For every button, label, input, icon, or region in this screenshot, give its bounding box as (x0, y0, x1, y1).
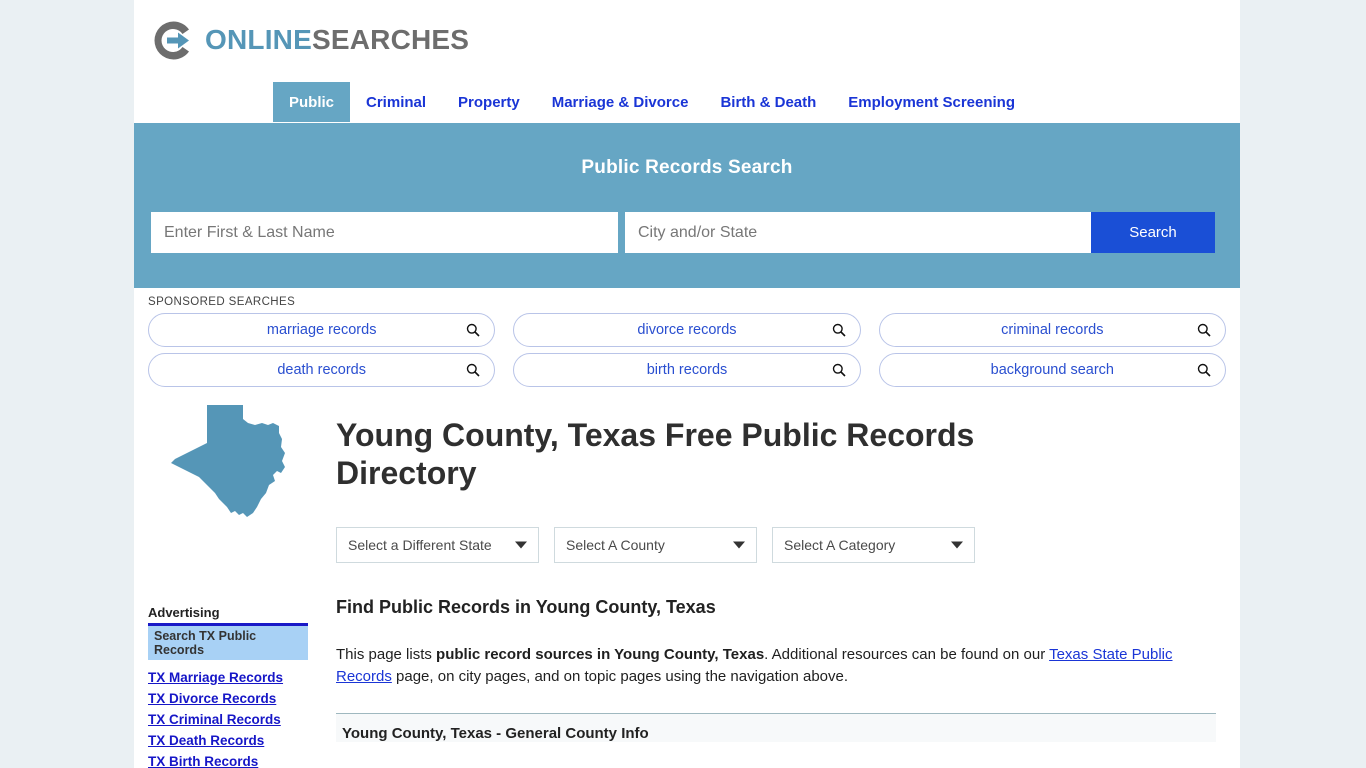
select-category-value: Select A Category (784, 536, 896, 553)
sponsored-pill-label: background search (990, 362, 1114, 378)
search-icon (832, 363, 846, 377)
search-icon (832, 323, 846, 337)
public-records-search-panel: Public Records Search Search (134, 123, 1240, 288)
sponsored-searches-section: SPONSORED SEARCHES marriage records divo… (134, 288, 1240, 387)
texas-state-shape-icon (169, 403, 293, 528)
main-column: Young County, Texas Free Public Records … (323, 401, 1226, 768)
sponsored-pill-grid: marriage records divorce records crimina… (148, 313, 1226, 387)
sponsored-pill-label: birth records (646, 362, 728, 378)
ad-link-tx-divorce-records[interactable]: TX Divorce Records (148, 691, 313, 706)
sponsored-pill-birth-records[interactable]: birth records (513, 353, 861, 387)
sponsored-pill-label: divorce records (637, 322, 737, 338)
page-root: ONLINESEARCHES Public Criminal Property … (0, 0, 1366, 768)
chevron-down-icon (733, 541, 745, 548)
sponsored-pill-death-records[interactable]: death records (148, 353, 496, 387)
search-form: Search (151, 212, 1215, 253)
ad-link-tx-birth-records[interactable]: TX Birth Records (148, 754, 313, 768)
nav-item-marriage-divorce[interactable]: Marriage & Divorce (536, 82, 705, 122)
advertising-box: Advertising Search TX Public Records TX … (148, 605, 313, 768)
sponsored-pill-criminal-records[interactable]: criminal records (878, 313, 1226, 347)
advertising-label: Advertising (148, 605, 220, 620)
sponsored-pill-marriage-records[interactable]: marriage records (148, 313, 496, 347)
page-title: Young County, Texas Free Public Records … (336, 417, 975, 491)
site-logo[interactable]: ONLINESEARCHES (151, 17, 469, 63)
general-county-info-heading: Young County, Texas - General County Inf… (336, 713, 1216, 742)
nav-item-birth-death[interactable]: Birth & Death (704, 82, 832, 122)
search-icon (466, 323, 480, 337)
sponsored-pill-label: marriage records (266, 322, 377, 338)
nav-item-employment-screening[interactable]: Employment Screening (832, 82, 1031, 122)
site-header: ONLINESEARCHES (134, 0, 1240, 82)
sponsored-pill-divorce-records[interactable]: divorce records (513, 313, 861, 347)
chevron-down-icon (951, 541, 963, 548)
sponsored-pill-label: death records (277, 362, 366, 378)
logo-word-online: ONLINE (205, 24, 312, 55)
search-icon (1197, 323, 1211, 337)
ad-link-tx-death-records[interactable]: TX Death Records (148, 733, 313, 748)
paragraph-bold-1: public record sources in Young County, T… (436, 645, 765, 663)
primary-nav: Public Criminal Property Marriage & Divo… (134, 82, 1240, 123)
select-state-dropdown[interactable]: Select a Different State (336, 526, 539, 563)
search-button[interactable]: Search (1091, 212, 1215, 253)
paragraph-text-1: This page lists (336, 645, 437, 663)
select-category-dropdown[interactable]: Select A Category (772, 526, 975, 563)
ad-link-tx-marriage-records[interactable]: TX Marriage Records (148, 670, 313, 685)
nav-item-property[interactable]: Property (442, 82, 536, 122)
left-sidebar: Advertising Search TX Public Records TX … (148, 401, 323, 768)
nav-item-public[interactable]: Public (273, 82, 351, 122)
filter-selects: Select a Different State Select A County… (336, 526, 1226, 563)
content-area: Advertising Search TX Public Records TX … (134, 387, 1240, 768)
sponsored-searches-label: SPONSORED SEARCHES (148, 296, 296, 308)
location-search-input[interactable] (625, 212, 1091, 253)
search-icon (466, 363, 480, 377)
logo-wordmark: ONLINESEARCHES (205, 26, 469, 54)
intro-paragraph: This page lists public record sources in… (336, 644, 1186, 688)
ad-link-tx-criminal-records[interactable]: TX Criminal Records (148, 712, 313, 727)
online-searches-logo-icon (151, 18, 196, 63)
site-container: ONLINESEARCHES Public Criminal Property … (134, 0, 1240, 768)
section-heading: Find Public Records in Young County, Tex… (336, 596, 716, 617)
nav-item-criminal[interactable]: Criminal (350, 82, 442, 122)
sponsored-pill-label: criminal records (1001, 322, 1104, 338)
paragraph-text-3: page, on city pages, and on topic pages … (391, 667, 849, 685)
chevron-down-icon (515, 541, 527, 548)
select-state-value: Select a Different State (348, 536, 492, 553)
search-icon (1197, 363, 1211, 377)
search-panel-title: Public Records Search (581, 157, 793, 178)
logo-word-searches: SEARCHES (311, 24, 470, 55)
select-county-value: Select A County (566, 536, 665, 553)
sponsored-pill-background-search[interactable]: background search (878, 353, 1226, 387)
state-map-wrap (148, 401, 313, 551)
select-county-dropdown[interactable]: Select A County (554, 526, 757, 563)
paragraph-text-2: . Additional resources can be found on o… (764, 645, 1050, 663)
name-search-input[interactable] (151, 212, 618, 253)
ad-headline[interactable]: Search TX Public Records (148, 626, 308, 660)
